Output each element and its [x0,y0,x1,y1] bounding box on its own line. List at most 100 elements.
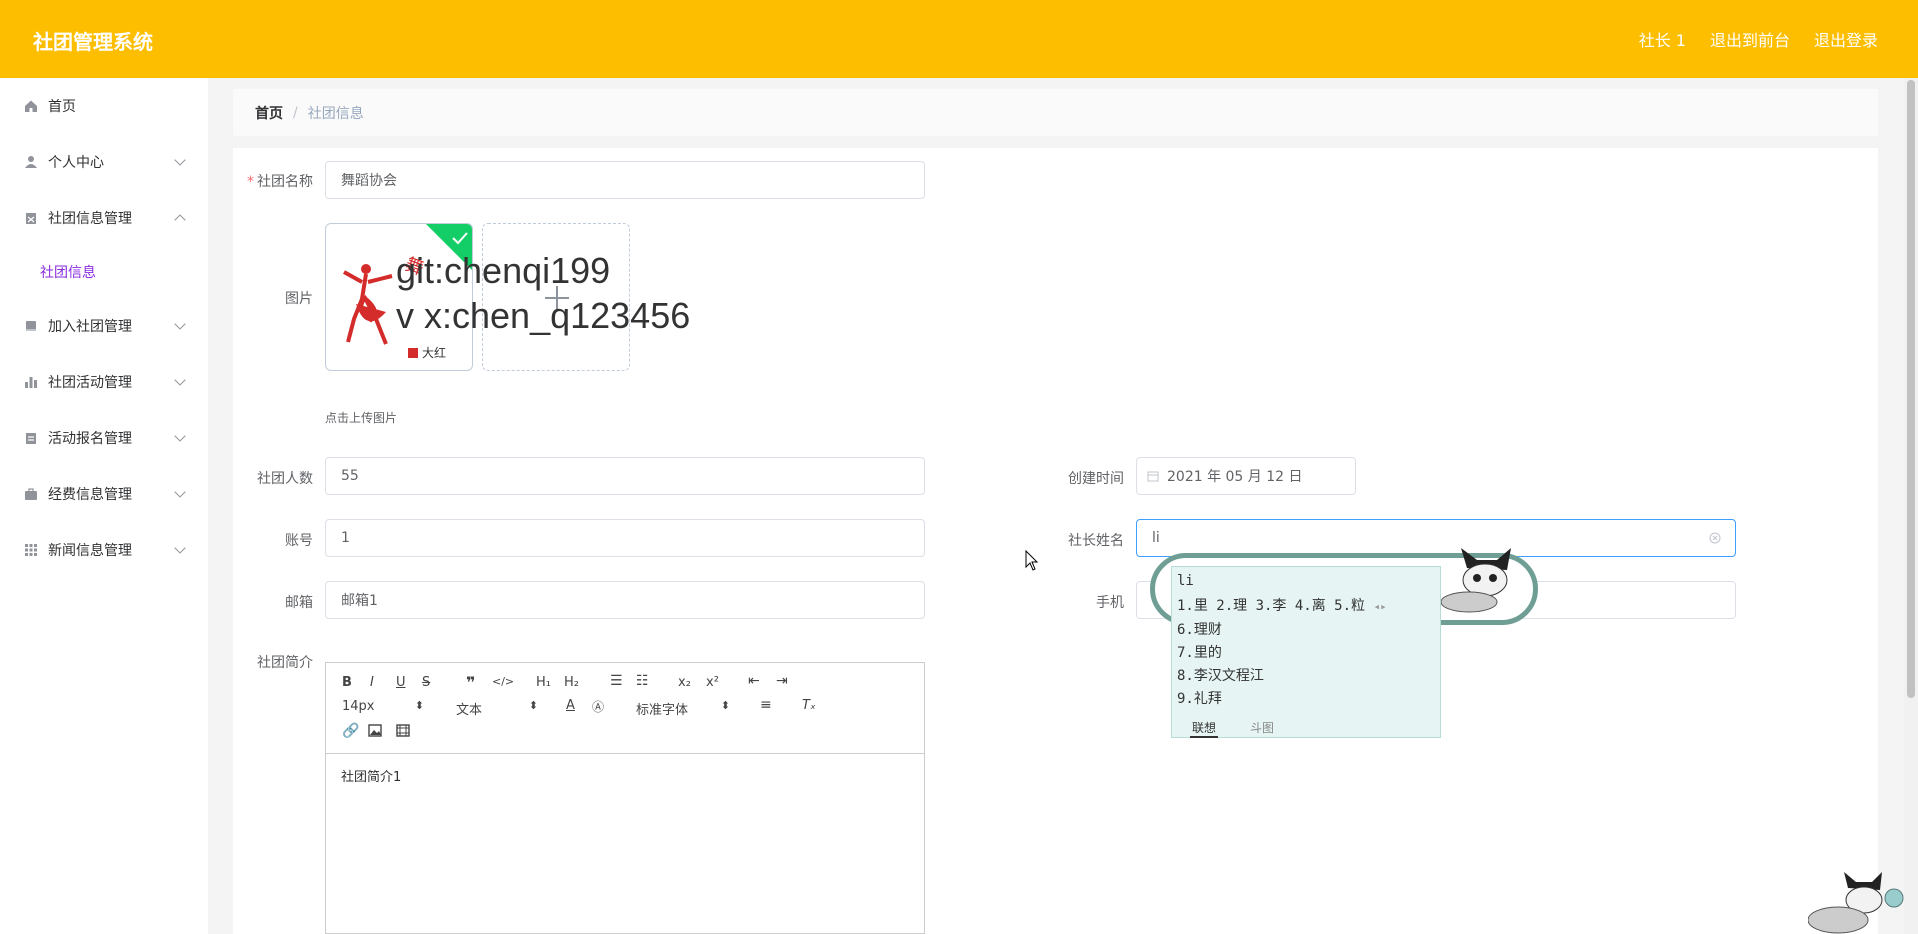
member-count-label: 社团人数 [257,471,313,487]
header-1-button[interactable]: H₁ [536,675,551,690]
cat-mascot-corner-icon [1808,872,1904,934]
sidebar-item-home[interactable]: 首页 [0,78,208,134]
svg-text:大红: 大红 [422,345,446,360]
clipboard-icon [26,213,36,224]
sidebar: 首页 个人中心 社团信息管理 社团信息 加入社团管理 社团活动管理 活动报名管理… [0,78,208,934]
page-scrollbar[interactable] [1904,78,1918,934]
chevron-down-icon [174,430,186,442]
ime-candidate-6[interactable]: 6.理财 [1177,619,1222,639]
account-input[interactable]: 1 [325,519,925,557]
sidebar-item-join-club-management[interactable]: 加入社团管理 [0,298,208,354]
video-icon[interactable] [396,724,410,737]
strike-button[interactable]: S [422,675,430,690]
email-input[interactable]: 邮箱1 [325,581,925,619]
sidebar-subitem-label: 社团信息 [40,265,96,281]
image-label: 图片 [285,291,313,307]
cat-mascot-icon [1440,548,1511,613]
sidebar-item-label: 首页 [48,99,76,115]
ime-page-arrows-icon[interactable]: ◂▸ [1373,600,1386,613]
briefcase-icon [25,488,37,500]
bold-button[interactable]: B [342,675,352,690]
breadcrumb-current: 社团信息 [307,105,364,122]
watermark-line-1: git:chenqi199 [396,250,611,291]
sidebar-item-personal-center[interactable]: 个人中心 [0,134,208,190]
ime-candidate-7[interactable]: 7.里的 [1177,642,1222,662]
font-size-select[interactable]: 14px [342,699,424,714]
watermark-line-2: v x:chen_q123456 [396,295,691,336]
chevron-down-icon [174,542,186,554]
format-select[interactable]: 文本 [456,699,538,718]
logout-link[interactable]: 退出登录 [1814,27,1878,51]
bar-chart-icon [25,377,37,388]
ime-candidate-popup: li 1.里 2.理 3.李 4.离 5.粒 ◂▸ 6.理财 7.里的 8.李汉… [1171,566,1441,738]
sidebar-item-activity-signup-management[interactable]: 活动报名管理 [0,410,208,466]
sidebar-item-label: 加入社团管理 [48,319,132,335]
calendar-icon [1147,471,1159,482]
sidebar-subitem-club-info[interactable]: 社团信息 [0,246,208,298]
president-link[interactable]: 社长 1 [1639,27,1686,51]
clear-icon[interactable] [1709,532,1721,544]
outdent-button[interactable]: ⇤ [748,673,760,689]
underline-button[interactable]: U [396,675,406,690]
header-2-button[interactable]: H₂ [564,675,579,690]
scrollbar-thumb[interactable] [1907,80,1915,698]
top-header: 社团管理系统 社长 1 退出到前台 退出登录 [0,0,1918,78]
background-color-button[interactable]: Ⓐ [592,698,604,715]
align-button[interactable]: ≡ [760,697,772,713]
sidebar-item-club-activity-management[interactable]: 社团活动管理 [0,354,208,410]
president-name-value: li [1152,530,1160,546]
club-name-input[interactable]: 舞蹈协会 [325,161,925,199]
chevron-up-icon [174,214,186,226]
sidebar-item-news-info-management[interactable]: 新闻信息管理 [0,522,208,578]
book-icon [26,321,36,331]
create-time-picker[interactable]: 2021 年 05 月 12 日 [1136,457,1356,495]
sidebar-item-label: 经费信息管理 [48,487,132,503]
back-to-frontend-link[interactable]: 退出到前台 [1710,27,1790,51]
ime-candidates[interactable]: 1.里 2.理 3.李 4.离 5.粒 [1177,598,1365,614]
subscript-button[interactable]: x₂ [678,675,691,690]
mouse-cursor-icon [1025,550,1039,571]
bullet-list-button[interactable]: ☷ [636,673,649,689]
chevron-down-icon [174,318,186,330]
upload-tip: 点击上传图片 [325,411,398,425]
indent-button[interactable]: ⇥ [776,673,788,689]
clear-format-button[interactable]: Tₓ [802,698,816,713]
blockquote-button[interactable]: ❞ [466,673,475,692]
list-icon [26,433,36,444]
link-icon[interactable]: 🔗 [342,723,359,739]
member-count-input[interactable]: 55 [325,457,925,495]
breadcrumb: 首页 / 社团信息 [233,89,1878,136]
sidebar-item-label: 社团活动管理 [48,375,132,391]
editor-toolbar: B I U S ❞ </> H₁ H₂ ☰ ☷ x₂ x² ⇤ ⇥ 14px 文… [326,663,924,754]
create-time-value: 2021 年 05 月 12 日 [1167,469,1303,485]
breadcrumb-home[interactable]: 首页 [255,103,283,123]
ime-tabs: 联想 斗图 [1172,719,1440,738]
font-family-select[interactable]: 标准字体 [636,699,730,718]
sidebar-item-label: 社团信息管理 [48,211,132,227]
italic-button[interactable]: I [370,675,374,690]
sidebar-item-label: 活动报名管理 [48,431,132,447]
editor-content[interactable]: 社团简介1 [326,754,924,797]
home-icon [25,100,37,112]
chevron-down-icon [174,154,186,166]
sidebar-item-funding-info-management[interactable]: 经费信息管理 [0,466,208,522]
account-label: 账号 [285,533,313,549]
breadcrumb-separator: / [293,104,298,121]
president-name-input[interactable]: li [1136,519,1736,557]
app-title: 社团管理系统 [33,30,153,54]
chevron-down-icon [174,374,186,386]
sidebar-item-label: 新闻信息管理 [48,543,132,559]
image-icon[interactable] [368,724,382,737]
ordered-list-button[interactable]: ☰ [610,673,623,689]
ime-tab-suggest[interactable]: 联想 [1190,719,1219,738]
code-block-button[interactable]: </> [492,675,514,688]
ime-tab-sticker[interactable]: 斗图 [1250,719,1274,736]
text-color-button[interactable]: A [566,698,575,713]
ime-candidate-9[interactable]: 9.礼拜 [1177,688,1222,708]
ime-candidate-8[interactable]: 8.李汉文程江 [1177,665,1264,685]
president-name-label: 社长姓名 [1068,533,1124,549]
ime-candidates-row[interactable]: 1.里 2.理 3.李 4.离 5.粒 ◂▸ [1177,595,1387,615]
user-icon [25,156,37,168]
superscript-button[interactable]: x² [706,675,719,690]
sidebar-item-club-info-management[interactable]: 社团信息管理 [0,190,208,246]
